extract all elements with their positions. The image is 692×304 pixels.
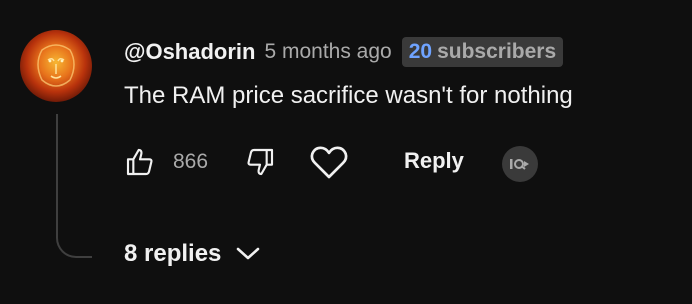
like-count: 866 (173, 150, 209, 173)
reply-button[interactable]: Reply (404, 148, 464, 174)
comment-header: @Oshadorin 5 months ago 20 subscribers (124, 36, 564, 68)
view-replies-button[interactable]: 8 replies (124, 240, 261, 268)
thumbs-down-icon (247, 148, 274, 176)
heart-button[interactable] (308, 142, 350, 182)
thread-connector-line (56, 114, 92, 258)
avatar[interactable] (20, 30, 92, 102)
comment-thread: @Oshadorin 5 months ago 20 subscribers T… (0, 0, 692, 304)
subscriber-count: 20 (408, 40, 433, 63)
lion-avatar-icon (37, 44, 75, 87)
comment-actions: 866 Reply (122, 140, 562, 186)
replies-label: 8 replies (124, 240, 222, 267)
thumbs-up-icon (126, 148, 153, 176)
heart-icon (310, 146, 348, 179)
dislike-button[interactable] (242, 144, 278, 180)
subscriber-badge: 20 subscribers (401, 37, 564, 67)
comment-text: The RAM price sacrifice wasn't for nothi… (124, 82, 573, 109)
author-name[interactable]: @Oshadorin (124, 39, 255, 65)
chevron-down-icon (235, 246, 261, 262)
creator-badge-icon (510, 159, 529, 170)
like-button[interactable] (122, 144, 158, 180)
creator-badge-button[interactable] (502, 146, 538, 182)
comment-timestamp[interactable]: 5 months ago (264, 40, 391, 64)
subscriber-label: subscribers (437, 40, 557, 63)
